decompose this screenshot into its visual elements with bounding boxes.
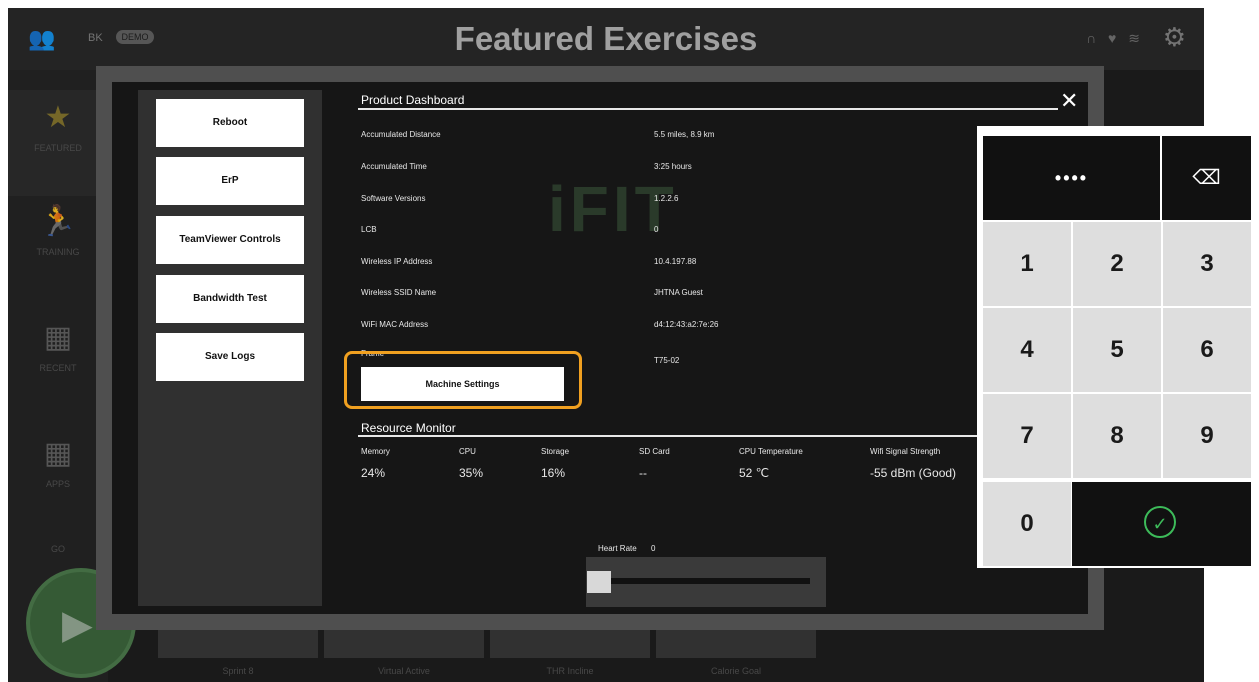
reboot-button[interactable]: Reboot <box>156 99 304 147</box>
info-label: Wireless IP Address <box>361 257 433 266</box>
key-8[interactable]: 8 <box>1073 394 1161 478</box>
info-label: Wireless SSID Name <box>361 288 437 297</box>
resource-monitor-title: Resource Monitor <box>361 421 456 435</box>
confirm-button[interactable]: ✓ <box>1072 482 1251 566</box>
erp-button[interactable]: ErP <box>156 157 304 205</box>
monitor-header: Wifi Signal Strength <box>870 447 941 456</box>
check-icon: ✓ <box>1144 506 1176 538</box>
ifit-watermark: iFIT <box>548 173 678 245</box>
info-value: 10.4.197.88 <box>654 257 697 266</box>
monitor-header: CPU <box>459 447 476 456</box>
heart-rate-label: Heart Rate <box>598 544 637 553</box>
key-5[interactable]: 5 <box>1073 308 1161 392</box>
close-icon[interactable]: ✕ <box>1060 88 1078 114</box>
key-6[interactable]: 6 <box>1163 308 1251 392</box>
heart-rate-indicator <box>587 571 611 593</box>
monitor-value: 16% <box>541 466 566 480</box>
save-logs-button[interactable]: Save Logs <box>156 333 304 381</box>
monitor-header: SD Card <box>639 447 670 456</box>
key-4[interactable]: 4 <box>983 308 1071 392</box>
pin-display: •••• <box>983 136 1160 220</box>
monitor-value: 35% <box>459 466 484 480</box>
heart-rate-bar <box>600 578 810 584</box>
machine-settings-button[interactable]: Machine Settings <box>361 367 564 401</box>
monitor-value: 24% <box>361 466 386 480</box>
monitor-header: Memory <box>361 447 390 456</box>
key-1[interactable]: 1 <box>983 222 1071 306</box>
backspace-icon[interactable]: ⌫ <box>1162 136 1251 220</box>
key-9[interactable]: 9 <box>1163 394 1251 478</box>
key-2[interactable]: 2 <box>1073 222 1161 306</box>
info-value: d4:12:43:a2:7e:26 <box>654 320 719 329</box>
info-label: Software Versions <box>361 194 426 203</box>
info-value: JHTNA Guest <box>654 288 703 297</box>
info-label: Accumulated Distance <box>361 130 441 139</box>
monitor-header: CPU Temperature <box>739 447 803 456</box>
frame-value: T75-02 <box>654 356 680 365</box>
key-3[interactable]: 3 <box>1163 222 1251 306</box>
key-7[interactable]: 7 <box>983 394 1071 478</box>
heart-rate-value: 0 <box>651 544 656 553</box>
divider <box>358 435 978 437</box>
monitor-value: 52 ℃ <box>739 466 770 480</box>
info-label: WiFi MAC Address <box>361 320 429 329</box>
bandwidth-test-button[interactable]: Bandwidth Test <box>156 275 304 323</box>
info-value: 5.5 miles, 8.9 km <box>654 130 715 139</box>
monitor-value: -55 dBm (Good) <box>870 466 957 480</box>
info-value: 1.2.2.6 <box>654 194 679 203</box>
divider <box>358 108 1058 110</box>
info-label: Accumulated Time <box>361 162 427 171</box>
key-0[interactable]: 0 <box>983 482 1071 566</box>
product-dashboard-title: Product Dashboard <box>361 93 465 107</box>
teamviewer-controls-button[interactable]: TeamViewer Controls <box>156 216 304 264</box>
monitor-value: -- <box>639 466 647 480</box>
info-label: LCB <box>361 225 377 234</box>
info-value: 0 <box>654 225 659 234</box>
info-value: 3:25 hours <box>654 162 692 171</box>
monitor-header: Storage <box>541 447 570 456</box>
